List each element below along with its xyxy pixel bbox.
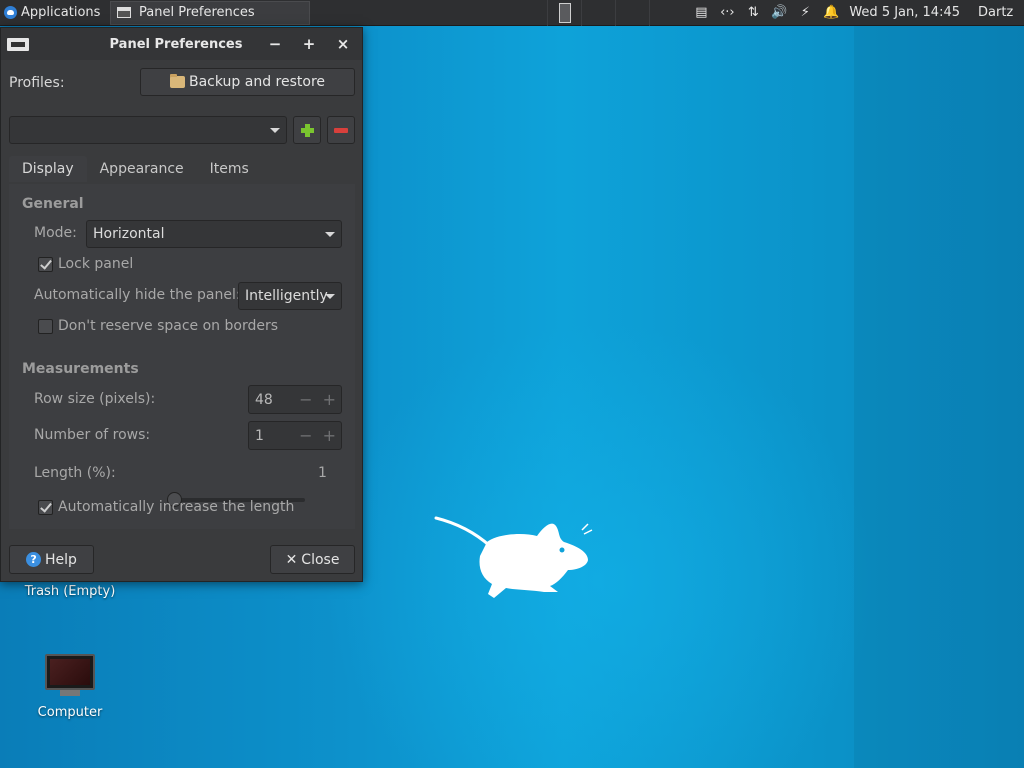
plus-icon: [300, 123, 314, 137]
power-icon[interactable]: ⚡: [797, 5, 813, 21]
lock-panel-checkbox[interactable]: Lock panel: [38, 256, 133, 272]
rows-spinner[interactable]: 1 − +: [248, 421, 342, 450]
help-icon: ?: [26, 552, 42, 567]
remove-profile-button[interactable]: [327, 116, 355, 144]
auto-length-label: Automatically increase the length: [58, 499, 295, 515]
lock-panel-label: Lock panel: [58, 256, 134, 272]
backup-restore-label: Backup and restore: [188, 74, 326, 90]
computer-icon-label[interactable]: Computer: [10, 705, 130, 720]
workspace-switcher: [547, 0, 683, 26]
chevron-down-icon: [325, 294, 335, 299]
autohide-label: Automatically hide the panel:: [34, 287, 241, 303]
measurements-section-title: Measurements: [22, 361, 139, 377]
close-window-button[interactable]: ×: [333, 34, 353, 54]
system-tray: ▤ ‹·› ⇅ 🔊 ⚡ 🔔 Wed 5 Jan, 14:45 Dartz: [683, 5, 1024, 21]
printer-icon[interactable]: ▤: [693, 5, 709, 21]
mode-select-value: Horizontal: [93, 226, 165, 242]
minus-icon: [334, 127, 348, 133]
dialog-titlebar[interactable]: Panel Preferences − + ×: [1, 28, 362, 60]
mode-select[interactable]: Horizontal: [86, 220, 342, 248]
row-size-value[interactable]: 48: [249, 392, 294, 408]
xfce-mouse-logo-icon: [434, 516, 593, 598]
tab-bar: Display Appearance Items: [9, 156, 262, 182]
applications-menu-button[interactable]: Applications: [0, 0, 108, 26]
checkbox-unchecked-icon: [38, 318, 53, 334]
workspace-1[interactable]: [547, 0, 581, 26]
rows-decrement-button[interactable]: −: [294, 426, 317, 445]
help-button[interactable]: ? Help: [9, 545, 94, 574]
taskbar-item-label: Panel Preferences: [139, 5, 255, 20]
clock[interactable]: Wed 5 Jan, 14:45: [849, 5, 968, 20]
trash-icon-label[interactable]: Trash (Empty): [10, 584, 130, 599]
add-profile-button[interactable]: [293, 116, 321, 144]
workspace-2[interactable]: [581, 0, 615, 26]
taskbar-item-panel-preferences[interactable]: Panel Preferences: [110, 0, 310, 25]
tab-appearance[interactable]: Appearance: [87, 156, 197, 182]
top-panel: Applications Panel Preferences ▤ ‹·› ⇅ 🔊…: [0, 0, 1024, 26]
network-connections-icon[interactable]: ‹·›: [719, 5, 735, 21]
volume-icon[interactable]: 🔊: [771, 5, 787, 21]
workspace-3[interactable]: [615, 0, 649, 26]
rows-label: Number of rows:: [34, 427, 151, 443]
length-value: 1: [318, 465, 327, 481]
tab-display[interactable]: Display: [9, 156, 87, 182]
row-size-spinner[interactable]: 48 − +: [248, 385, 342, 414]
network-transfer-icon[interactable]: ⇅: [745, 5, 761, 21]
close-button-label: Close: [301, 551, 340, 568]
reserve-space-label: Don't reserve space on borders: [58, 318, 279, 334]
mode-label: Mode:: [34, 225, 77, 241]
row-size-label: Row size (pixels):: [34, 391, 156, 407]
row-size-increment-button[interactable]: +: [318, 390, 341, 409]
chevron-down-icon: [325, 232, 335, 237]
profiles-row: Profiles: Backup and restore: [9, 68, 355, 98]
reserve-space-checkbox[interactable]: Don't reserve space on borders: [38, 318, 278, 334]
auto-length-checkbox[interactable]: Automatically increase the length: [38, 499, 294, 515]
autohide-select[interactable]: Intelligently: [238, 282, 342, 310]
minimize-button[interactable]: −: [265, 34, 285, 54]
autohide-select-value: Intelligently: [245, 288, 328, 304]
profiles-label: Profiles:: [9, 75, 65, 91]
user-menu[interactable]: Dartz: [978, 5, 1014, 20]
close-icon: ✕: [285, 551, 298, 568]
notification-bell-icon[interactable]: 🔔: [823, 5, 839, 21]
computer-icon[interactable]: [45, 654, 95, 690]
general-section-title: General: [22, 196, 84, 212]
profile-select[interactable]: [9, 116, 287, 144]
window-icon: [117, 7, 131, 18]
checkbox-checked-icon: [38, 256, 53, 272]
rows-increment-button[interactable]: +: [318, 426, 341, 445]
close-button[interactable]: ✕ Close: [270, 545, 355, 574]
applications-label: Applications: [21, 5, 101, 20]
chevron-down-icon: [270, 128, 280, 133]
workspace-4[interactable]: [649, 0, 683, 26]
computer-icon-stand: [60, 690, 80, 696]
folder-icon: [169, 74, 185, 88]
desktop-background-glow: [300, 300, 900, 768]
length-label: Length (%):: [34, 465, 116, 481]
checkbox-checked-icon: [38, 499, 53, 515]
xfce-logo-icon: [4, 6, 17, 19]
help-button-label: Help: [45, 551, 77, 568]
panel-preferences-dialog: Panel Preferences − + × Profiles: Backup…: [0, 27, 363, 582]
row-size-decrement-button[interactable]: −: [294, 390, 317, 409]
backup-restore-button[interactable]: Backup and restore: [140, 68, 355, 96]
tab-items[interactable]: Items: [197, 156, 262, 182]
rows-value[interactable]: 1: [249, 428, 294, 444]
maximize-button[interactable]: +: [299, 34, 319, 54]
desktop-background-band: [854, 26, 1024, 768]
